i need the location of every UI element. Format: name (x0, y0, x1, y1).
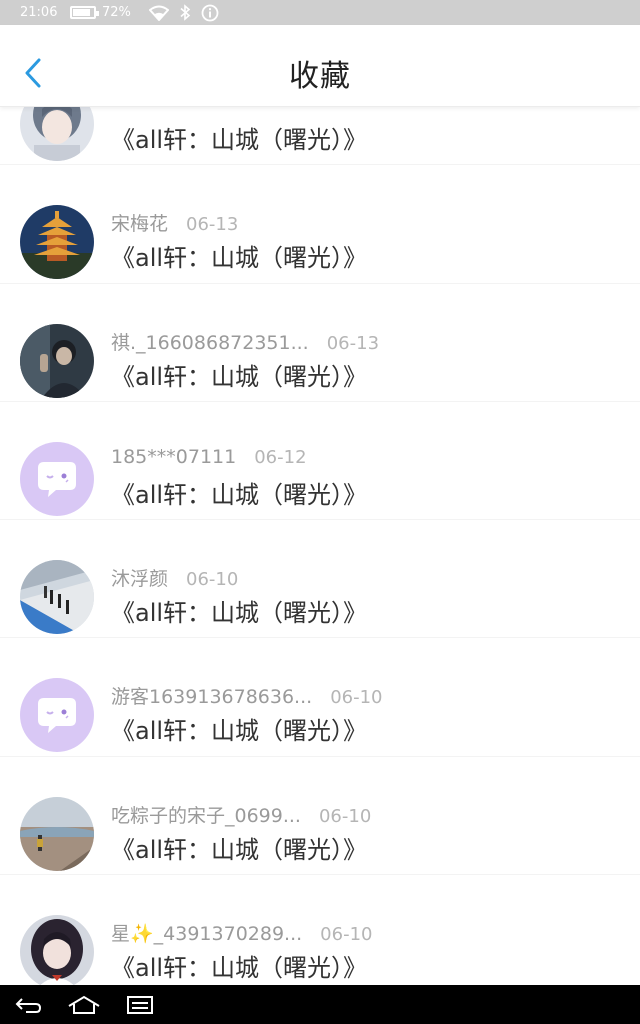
avatar[interactable] (20, 915, 94, 985)
list-item[interactable]: 《all轩：山城（曙光）》 (0, 107, 640, 166)
work-title[interactable]: 《all轩：山城（曙光）》 (111, 238, 367, 273)
user-nickname: 游客163913678636... (111, 686, 313, 709)
user-nickname: 185***07111 (111, 445, 237, 468)
nav-back-button[interactable] (0, 985, 56, 1024)
system-nav-bar (0, 985, 640, 1024)
battery-icon (70, 6, 99, 19)
work-title[interactable]: 《all轩：山城（曙光）》 (111, 711, 367, 746)
work-title[interactable]: 《all轩：山城（曙光）》 (111, 593, 367, 628)
list-item[interactable]: 星✨_4391370289... 06-10 《all轩：山城（曙光）》 (0, 875, 640, 985)
item-date: 06-13 (326, 332, 380, 354)
avatar[interactable] (20, 796, 94, 871)
item-meta: 游客163913678636... 06-10 (111, 682, 383, 709)
nav-home-button[interactable] (56, 985, 112, 1024)
avatar[interactable] (20, 678, 94, 753)
avatar[interactable] (20, 205, 94, 280)
favorites-list[interactable]: 《all轩：山城（曙光）》 宋梅花 06-13 《all轩：山城（曙光）》 祺._166… (0, 107, 640, 985)
nav-recent-button[interactable] (112, 985, 168, 1024)
item-meta: 吃粽子的宋子_0699... 06-10 (111, 801, 371, 828)
app-header: 收藏 (0, 25, 640, 107)
item-date: 06-10 (330, 687, 383, 709)
avatar[interactable] (20, 441, 94, 516)
work-title[interactable]: 《all轩：山城（曙光）》 (111, 475, 367, 510)
work-title[interactable]: 《all轩：山城（曙光）》 (111, 948, 367, 983)
item-meta: 宋梅花 06-13 (111, 209, 238, 236)
user-nickname: 星✨_4391370289... (111, 923, 303, 946)
item-date: 06-12 (254, 446, 307, 468)
item-meta: 185***07111 06-12 (111, 446, 307, 468)
wifi-icon (148, 5, 169, 21)
list-item[interactable]: 吃粽子的宋子_0699... 06-10 《all轩：山城（曙光）》 (0, 757, 640, 876)
avatar[interactable] (20, 107, 94, 161)
home-icon (68, 995, 100, 1014)
list-item[interactable]: 游客163913678636... 06-10 《all轩：山城（曙光）》 (0, 638, 640, 757)
battery-percent: 72% (102, 5, 131, 20)
item-meta: 星✨_4391370289... 06-10 (111, 919, 372, 946)
bluetooth-icon (180, 4, 191, 21)
info-icon (201, 4, 219, 21)
user-nickname: 宋梅花 (111, 213, 169, 236)
user-nickname: 祺._166086872351... (111, 331, 309, 354)
list-item[interactable]: 185***07111 06-12 《all轩：山城（曙光）》 (0, 402, 640, 521)
list-item[interactable]: 祺._166086872351... 06-13 《all轩：山城（曙光）》 (0, 284, 640, 402)
work-title[interactable]: 《all轩：山城（曙光）》 (111, 357, 367, 392)
page-title: 收藏 (289, 59, 351, 94)
user-nickname: 沐浮颜 (111, 568, 169, 591)
battery-indicator: 72% (70, 5, 131, 20)
item-date: 06-10 (186, 569, 239, 591)
status-time: 21:06 (20, 5, 58, 20)
list-item[interactable]: 沐浮颜 06-10 《all轩：山城（曙光）》 (0, 520, 640, 639)
recent-apps-icon (127, 995, 153, 1014)
item-date: 06-10 (318, 805, 372, 827)
avatar[interactable] (20, 323, 94, 398)
item-meta: 祺._166086872351... 06-13 (111, 328, 379, 355)
work-title[interactable]: 《all轩：山城（曙光）》 (111, 120, 367, 155)
item-date: 06-13 (186, 214, 239, 236)
back-icon (15, 997, 42, 1013)
avatar[interactable] (20, 560, 94, 635)
work-title[interactable]: 《all轩：山城（曙光）》 (111, 830, 367, 865)
item-date: 06-10 (320, 924, 373, 946)
item-meta: 沐浮颜 06-10 (111, 564, 238, 591)
status-bar: 21:06 72% (0, 0, 640, 25)
user-nickname: 吃粽子的宋子_0699... (111, 804, 301, 827)
list-item[interactable]: 宋梅花 06-13 《all轩：山城（曙光）》 (0, 165, 640, 284)
